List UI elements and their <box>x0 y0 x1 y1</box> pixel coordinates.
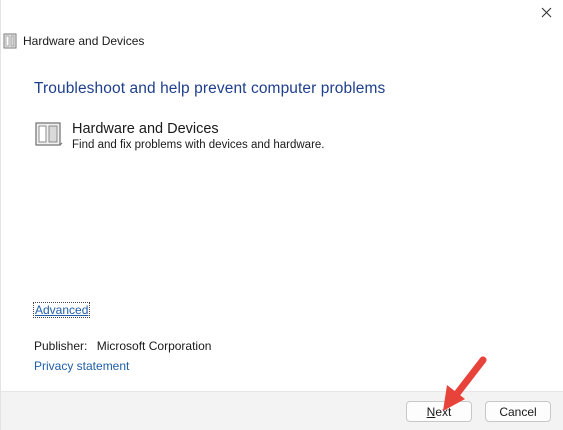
troubleshooter-item-text: Hardware and Devices Find and fix proble… <box>72 121 325 151</box>
window-title: Hardware and Devices <box>23 34 145 48</box>
publisher-value: Microsoft Corporation <box>96 339 212 353</box>
cancel-button[interactable]: Cancel <box>485 401 551 422</box>
close-icon <box>541 7 551 17</box>
window-titlebar: Hardware and Devices <box>3 32 144 50</box>
page-heading: Troubleshoot and help prevent computer p… <box>34 80 386 97</box>
next-button[interactable]: Next <box>406 401 472 422</box>
troubleshooter-window: Hardware and Devices Troubleshoot and he… <box>0 0 563 430</box>
troubleshooter-item: Hardware and Devices Find and fix proble… <box>34 121 325 151</box>
item-description: Find and fix problems with devices and h… <box>72 139 325 151</box>
hardware-device-icon <box>3 33 17 49</box>
publisher-info: Publisher: Microsoft Corporation <box>34 339 211 353</box>
privacy-statement-link[interactable]: Privacy statement <box>34 359 129 373</box>
item-title: Hardware and Devices <box>72 121 219 137</box>
hardware-device-icon <box>35 122 63 146</box>
footer-bar: Next Cancel <box>1 391 563 430</box>
next-label-mnemonic: N <box>426 404 436 419</box>
advanced-link[interactable]: Advanced <box>32 302 91 318</box>
close-button[interactable] <box>533 2 559 22</box>
next-label-rest: ext <box>435 404 452 419</box>
publisher-label: Publisher: <box>34 339 88 353</box>
